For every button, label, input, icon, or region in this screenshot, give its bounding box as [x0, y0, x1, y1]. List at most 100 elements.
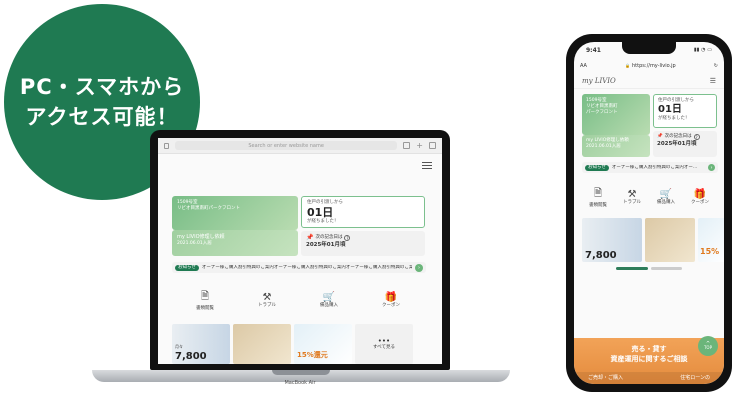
phone-url: https://my-livio.jp — [632, 62, 676, 69]
hammer-icon: ⚒ — [627, 188, 637, 200]
carousel-dot-active[interactable] — [616, 267, 648, 270]
top-button[interactable]: ^ TOP — [698, 336, 718, 356]
badge-line-1: PC・スマホから — [19, 75, 185, 99]
banner-interior[interactable] — [645, 218, 695, 262]
menu-label: 書類閲覧 — [589, 202, 607, 208]
hamburger-menu-icon[interactable] — [422, 162, 432, 169]
menu-trouble[interactable]: ⚒ トラブル — [616, 182, 648, 212]
reload-icon[interactable]: ↻ — [714, 63, 718, 69]
move-in-card: 住戸の引渡しから 01日 が経ちました！ — [653, 94, 717, 128]
banner-price[interactable]: 7,800 — [582, 218, 642, 262]
repair-card[interactable]: my LIVIO修理し依頼 2021.06.01入居 — [172, 230, 298, 256]
lock-icon: 🔒 — [625, 63, 631, 68]
menu-trouble[interactable]: ⚒ トラブル — [242, 284, 292, 316]
banner-price[interactable]: 7,800 月々 — [172, 324, 230, 364]
notice-tag: お知らせ — [175, 264, 199, 271]
carousel-indicator — [616, 267, 682, 270]
menu-label: トラブル — [258, 302, 276, 308]
address-bar[interactable]: Search or enter website name — [175, 141, 398, 150]
menu-documents[interactable]: 🗎 書類閲覧 — [582, 182, 614, 212]
banner-carousel: 7,800 15% — [582, 218, 724, 262]
quick-menu: 🗎 書類閲覧 ⚒ トラブル 🛒 備品購入 🎁 クーポン — [180, 284, 416, 316]
menu-purchase[interactable]: 🛒 備品購入 — [650, 182, 682, 212]
chevron-right-icon[interactable]: › — [708, 164, 715, 171]
move-in-days: 01日 — [307, 206, 334, 219]
laptop-model-label: MacBook Air — [284, 380, 316, 386]
carousel-dot[interactable] — [650, 267, 682, 270]
anniversary-card: 📌 次の記念日は ? 2025年01月頃 — [301, 231, 425, 256]
url-placeholder: Search or enter website name — [248, 142, 324, 149]
anniversary-value: 2025年01月頃 — [657, 141, 697, 147]
chevron-right-icon[interactable]: › — [415, 263, 423, 272]
repair-card[interactable]: my LIVIO修理し依頼 2021.06.01入居 — [582, 135, 650, 157]
notice-text: オーナー様ご購入割引特典のご案内オーナー様ご購入割引特典のご案内オーナー様ご購入… — [201, 264, 412, 270]
cart-icon: 🛒 — [659, 188, 673, 200]
move-in-card: 住戸の引渡しから 01日 が経ちました！ — [301, 196, 425, 228]
badge-line-2: アクセス可能！ — [25, 105, 179, 129]
more-dots-icon: ••• — [377, 336, 391, 345]
gift-icon: 🎁 — [384, 291, 398, 303]
menu-coupon[interactable]: 🎁 クーポン — [684, 182, 716, 212]
move-in-sub: が経ちました！ — [307, 219, 339, 224]
menu-coupon[interactable]: 🎁 クーポン — [366, 284, 416, 316]
banner-carousel: 7,800 月々 15%還元 ••• すべて見る — [172, 324, 413, 364]
anniversary-card: 📌 次の記念日は ? 2025年01月頃 — [653, 131, 717, 157]
banner-discount[interactable]: 15% — [698, 218, 724, 262]
menu-label: 備品購入 — [657, 199, 675, 205]
phone-url-bar[interactable]: AA 🔒 https://my-livio.jp ↻ — [580, 60, 718, 71]
browser-toolbar: Search or enter website name + — [158, 138, 442, 154]
move-in-days: 01日 — [658, 104, 682, 115]
phone-header: my LIVIO ☰ — [574, 73, 724, 89]
banner-discount[interactable]: 15%還元 — [294, 324, 352, 364]
phone-screen: 9:41 ▮▮ ◔ ▭ AA 🔒 https://my-livio.jp ↻ m… — [574, 42, 724, 384]
banner-discount-value: 15% — [700, 247, 720, 256]
menu-label: クーポン — [382, 302, 400, 308]
project-name: リビオ目黒南町パークフロント — [177, 206, 240, 211]
cta-line-2: 資産運用に関するご相談 — [610, 355, 688, 363]
banner-price-value: 7,800 — [585, 250, 617, 261]
brand-logo[interactable]: my LIVIO — [582, 77, 616, 85]
phone-notch — [622, 42, 676, 54]
footer-loan-link[interactable]: 住宅ローンの — [680, 372, 710, 384]
share-icon[interactable] — [403, 142, 411, 149]
repair-date: 2021.06.01入居 — [586, 144, 621, 149]
status-time: 9:41 — [586, 46, 601, 54]
footer-sale-link[interactable]: ご売却・ご購入 — [588, 372, 623, 384]
top-button-label: TOP — [703, 345, 712, 350]
menu-purchase[interactable]: 🛒 備品購入 — [304, 284, 354, 316]
move-in-sub: が経ちました！ — [658, 116, 690, 121]
notice-bar[interactable]: お知らせ オーナー様ご購入割引特典のご案内オーナー様ご購入割引特典のご案内オーナ… — [172, 262, 426, 273]
notice-bar[interactable]: お知らせ オーナー様ご購入割引特典のご案内オー... › — [582, 162, 718, 173]
cart-icon: 🛒 — [322, 291, 336, 303]
promo-stage: PC・スマホから アクセス可能！ Search or enter website… — [0, 0, 736, 396]
repair-title: my LIVIO修理し依頼 — [177, 234, 225, 240]
text-size-button[interactable]: AA — [580, 63, 587, 69]
hammer-icon: ⚒ — [262, 291, 272, 303]
signal-wifi-battery-icon: ▮▮ ◔ ▭ — [693, 47, 712, 53]
notice-text: オーナー様ご購入割引特典のご案内オー... — [611, 164, 698, 170]
menu-label: トラブル — [623, 199, 641, 205]
banner-discount-value: 15%還元 — [297, 351, 328, 359]
banner-price-prefix: 月々 — [175, 344, 183, 349]
see-all-button[interactable]: ••• すべて見る — [355, 324, 413, 364]
project-name-line-2: パークフロント — [586, 110, 618, 115]
hamburger-menu-icon[interactable]: ☰ — [710, 77, 716, 85]
quick-menu: 🗎 書類閲覧 ⚒ トラブル 🛒 備品購入 🎁 クーポン — [582, 182, 716, 212]
menu-label: 備品購入 — [320, 302, 338, 308]
menu-label: 書類閲覧 — [196, 305, 214, 311]
sidebar-icon[interactable] — [164, 142, 169, 149]
banner-price-value: 7,800 — [175, 351, 207, 362]
anniversary-value: 2025年01月頃 — [306, 242, 346, 248]
laptop-screen: Search or enter website name + 1509号室 リビ… — [158, 138, 442, 364]
tabs-icon[interactable] — [429, 142, 436, 149]
residence-card[interactable]: 1509号室 リビオ目黒南町 パークフロント — [582, 94, 650, 135]
new-tab-icon[interactable]: + — [416, 142, 423, 150]
menu-documents[interactable]: 🗎 書類閲覧 — [180, 284, 230, 316]
see-all-label: すべて見る — [372, 344, 395, 350]
document-icon: 🗎 — [593, 187, 603, 199]
repair-date: 2021.06.01入居 — [177, 241, 212, 246]
laptop-base-notch — [272, 370, 330, 375]
document-icon: 🗎 — [200, 290, 210, 302]
residence-card[interactable]: 1509号室 リビオ目黒南町パークフロント — [172, 196, 298, 230]
banner-interior[interactable] — [233, 324, 291, 364]
